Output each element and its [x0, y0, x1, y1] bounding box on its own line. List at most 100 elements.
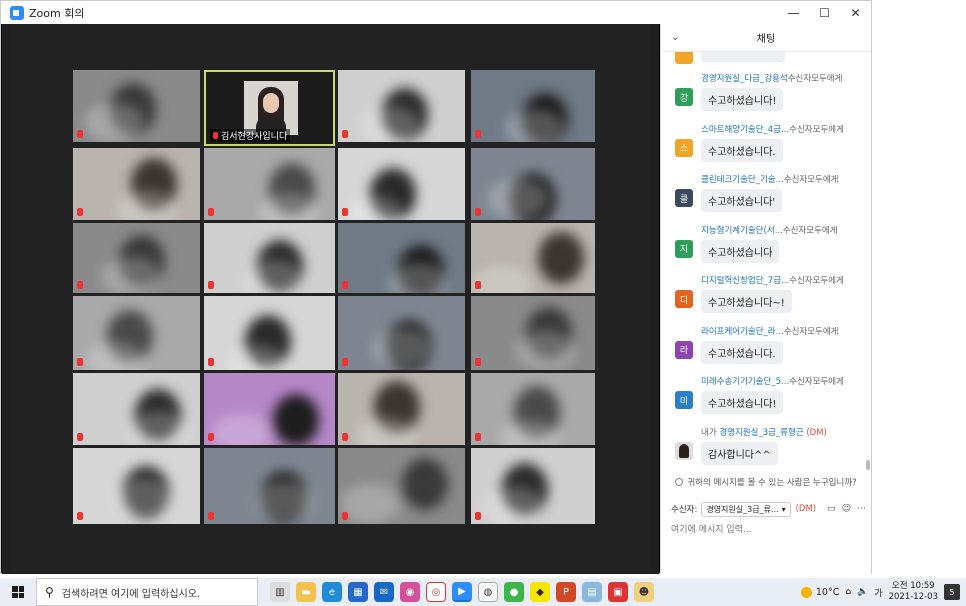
video-tile[interactable] [338, 70, 465, 142]
video-tile[interactable] [338, 223, 465, 293]
muted-mic-icon [208, 512, 214, 520]
volume-icon[interactable]: 🔈 [857, 587, 868, 597]
video-tile[interactable] [338, 148, 465, 220]
video-tile[interactable] [338, 373, 465, 445]
maximize-button[interactable]: ☐ [809, 1, 840, 24]
task-view-icon[interactable]: ▥ [270, 582, 290, 602]
blurred-background [255, 481, 315, 521]
muted-mic-icon [77, 512, 83, 520]
chevron-down-icon[interactable]: ⌄ [671, 32, 679, 43]
blurred-background [504, 109, 564, 142]
avatar: 강 [675, 88, 693, 106]
zoom-window: Zoom 회의 — ☐ ✕ 김서현강사입니다 ⌄ 채팅 내가 경영지원실_3급_… [0, 0, 872, 574]
edge-icon[interactable]: e [322, 582, 342, 602]
recipient-dropdown[interactable]: 경영지원실_3급_류... ▾ [701, 501, 791, 517]
message-bubble: 수고하셨습니다. [701, 340, 783, 364]
app-icon-4[interactable]: ▤ [582, 582, 602, 602]
file-explorer-icon[interactable]: ▬ [296, 582, 316, 602]
person-icon [675, 478, 684, 486]
speaker-name: 김서현강사입니다 [221, 132, 288, 142]
recipient-label: 수신자: [671, 505, 698, 515]
notification-icon[interactable]: 5 [944, 584, 960, 600]
zoom-icon[interactable]: ▶ [452, 582, 472, 602]
own-prefix: 내가 [701, 428, 717, 438]
scrollbar-thumb[interactable] [866, 460, 870, 470]
muted-mic-icon [342, 208, 348, 216]
title-bar: Zoom 회의 — ☐ ✕ [1, 1, 871, 24]
message-sender: 클린테크기술단_기술... [701, 175, 784, 185]
ime-indicator[interactable]: 가 [874, 586, 882, 599]
blurred-background [243, 260, 303, 293]
video-tile[interactable] [73, 373, 200, 445]
video-tile[interactable] [471, 448, 595, 524]
video-tile[interactable] [204, 296, 335, 370]
mail-icon[interactable]: ✉ [374, 582, 394, 602]
blurred-background [129, 411, 189, 445]
video-tile-speaker[interactable]: 김서현강사입니다 [204, 70, 335, 146]
video-tile[interactable] [471, 70, 595, 142]
video-tile[interactable] [204, 373, 335, 445]
minimize-button[interactable]: — [778, 1, 809, 24]
blurred-background [372, 328, 432, 368]
own-recipient: 경영지원실_3급_류형근 [719, 428, 804, 438]
video-tile[interactable] [73, 70, 200, 142]
chrome-icon[interactable]: ◍ [478, 582, 498, 602]
message-recipient: 수신자모두에게 [789, 276, 844, 286]
message-header: 스마트해양기술단_4급...수신자모두에게 [701, 123, 844, 135]
avatar [675, 52, 693, 64]
app-icon-3[interactable]: ● [504, 582, 524, 602]
video-tile[interactable] [471, 223, 595, 293]
avatar: 미 [675, 391, 693, 409]
chat-input[interactable] [671, 520, 861, 540]
more-icon[interactable]: ⋯ [857, 504, 866, 514]
network-icon[interactable]: ⌂ [845, 587, 851, 597]
video-tile[interactable] [471, 148, 595, 220]
privacy-text[interactable]: 귀하의 메시지를 볼 수 있는 사람은 누구입니까? [687, 476, 856, 488]
message-header: 지능형기계기술단(서...수신자모두에게 [701, 224, 838, 236]
blurred-background [516, 331, 576, 370]
store-icon[interactable]: ▦ [348, 582, 368, 602]
message-sender: 경영지원실_다급_강용석 [701, 74, 788, 84]
muted-mic-icon [77, 281, 83, 289]
video-tile[interactable] [73, 296, 200, 370]
search-placeholder: 검색하려면 여기에 입력하십시오. [61, 588, 201, 600]
video-tile[interactable] [204, 448, 335, 524]
video-tile[interactable] [471, 373, 595, 445]
weather-widget[interactable]: 10°C [800, 586, 840, 598]
file-icon[interactable]: ▭ [827, 504, 836, 514]
app-icon-5[interactable]: ▣ [608, 582, 628, 602]
start-button[interactable] [0, 578, 36, 606]
emoji-icon[interactable]: ☺ [842, 504, 851, 514]
dm-label: (DM) [806, 428, 827, 438]
privacy-notice[interactable]: 귀하의 메시지를 볼 수 있는 사람은 누구입니까? [661, 476, 871, 488]
recipient-value: 경영지원실_3급_류... [706, 504, 779, 514]
app-icon-2[interactable]: ◎ [426, 582, 446, 602]
blurred-background [101, 257, 161, 293]
video-tile[interactable] [73, 148, 200, 220]
powerpoint-icon[interactable]: P [556, 582, 576, 602]
muted-mic-icon [475, 281, 481, 289]
clock[interactable]: 오전 10:59 2021-12-03 [889, 581, 938, 603]
app-icon[interactable]: ◉ [400, 582, 420, 602]
video-tile[interactable] [204, 223, 335, 293]
video-tile[interactable] [204, 148, 335, 220]
taskbar-search[interactable]: ⚲ 검색하려면 여기에 입력하십시오. [36, 578, 258, 606]
own-message-header: 내가 경영지원실_3급_류형근 (DM) [701, 426, 827, 438]
chat-scrollbar[interactable] [866, 52, 870, 470]
kakaotalk-icon[interactable]: ◆ [530, 582, 550, 602]
blurred-background [340, 484, 400, 524]
video-tile[interactable] [73, 448, 200, 524]
video-tile[interactable] [338, 448, 465, 524]
close-button[interactable]: ✕ [840, 1, 871, 24]
message-recipient: 수신자모두에게 [787, 74, 843, 84]
message-bubble: 수고하셨습니다. [701, 138, 783, 162]
weather-temp: 10°C [815, 586, 840, 598]
clock-time: 오전 10:59 [891, 581, 935, 591]
muted-mic-icon [208, 208, 214, 216]
taskbar-apps: ▥ ▬ e ▦ ✉ ◉ ◎ ▶ ◍ ● ◆ P ▤ ▣ ☻ [270, 582, 654, 602]
message-bubble [701, 52, 785, 62]
app-icon-6[interactable]: ☻ [634, 582, 654, 602]
video-tile[interactable] [338, 296, 465, 370]
video-tile[interactable] [73, 223, 200, 293]
video-tile[interactable] [471, 296, 595, 370]
